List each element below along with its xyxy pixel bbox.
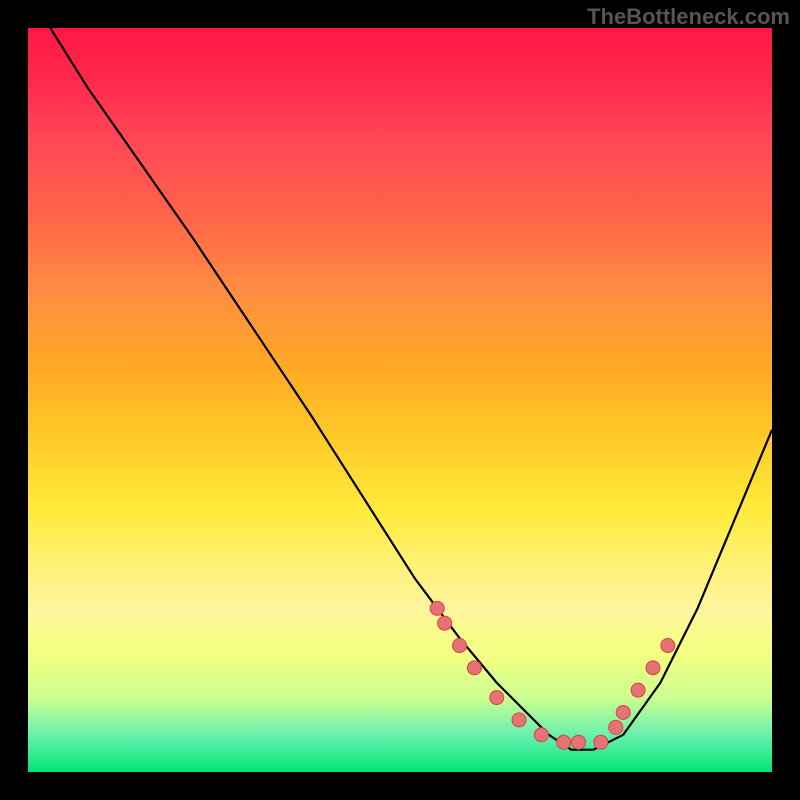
- watermark-text: TheBottleneck.com: [587, 4, 790, 30]
- data-point: [438, 616, 452, 630]
- points-group: [430, 601, 675, 749]
- data-point: [490, 691, 504, 705]
- data-point: [661, 639, 675, 653]
- data-point: [616, 705, 630, 719]
- data-point: [467, 661, 481, 675]
- data-point: [512, 713, 526, 727]
- data-point: [453, 639, 467, 653]
- data-point: [572, 735, 586, 749]
- data-point: [631, 683, 645, 697]
- data-point: [430, 601, 444, 615]
- data-point: [594, 735, 608, 749]
- data-point: [646, 661, 660, 675]
- data-point: [557, 735, 571, 749]
- data-point: [609, 720, 623, 734]
- data-point: [534, 728, 548, 742]
- chart-plot-area: [28, 28, 772, 772]
- chart-svg: [28, 28, 772, 772]
